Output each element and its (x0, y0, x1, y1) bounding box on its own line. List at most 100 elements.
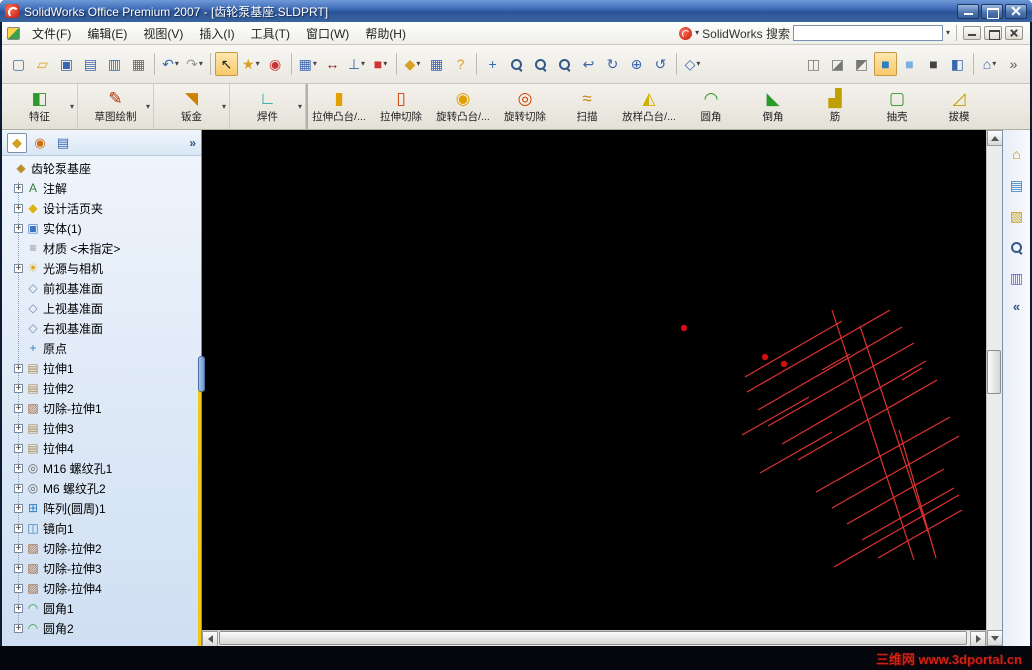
expand-icon[interactable] (14, 482, 23, 495)
tree-item-11[interactable]: ▨ 切除-拉伸1 (2, 398, 201, 418)
weldments-group-button[interactable]: ∟ 焊件 (230, 84, 306, 129)
sketch-line[interactable] (846, 468, 945, 525)
zoom-in-out-button[interactable] (553, 52, 576, 76)
help-button[interactable]: ? (449, 52, 472, 76)
new-document-button[interactable]: ▢ (7, 52, 30, 76)
close-button[interactable] (1005, 3, 1027, 19)
revolved-boss-button[interactable]: ◉ 旋转凸台/... (432, 84, 494, 129)
rib-button[interactable]: ▟ 筋 (804, 84, 866, 129)
tree-item-17[interactable]: ◫ 镜向1 (2, 518, 201, 538)
display-hidden-lines-visible-button[interactable]: ◪ (826, 52, 849, 76)
expand-icon[interactable] (14, 422, 23, 435)
sketch-line[interactable] (744, 320, 843, 378)
menu-item-4[interactable]: 工具(T) (243, 22, 298, 45)
undo-button[interactable]: ↶ (159, 52, 182, 76)
sketch-line[interactable] (831, 309, 915, 561)
save-button[interactable]: ▣ (55, 52, 78, 76)
sketch-line[interactable] (741, 396, 810, 436)
reference-geometry-button[interactable]: ◆ (401, 52, 424, 76)
3d-drawing-view-button[interactable]: ◇ (681, 52, 704, 76)
solidworks-app-icon[interactable] (5, 4, 19, 18)
tree-item-5[interactable]: ◇ 前视基准面 (2, 278, 201, 298)
expand-icon[interactable] (14, 382, 23, 395)
fillet-button[interactable]: ◠ 圆角 (680, 84, 742, 129)
sweep-button[interactable]: ≈ 扫描 (556, 84, 618, 129)
sketch-line[interactable] (781, 360, 927, 445)
print-button[interactable]: ▦ (127, 52, 150, 76)
expand-icon[interactable] (14, 562, 23, 575)
expand-icon[interactable] (14, 442, 23, 455)
revolved-cut-button[interactable]: ◎ 旋转切除 (494, 84, 556, 129)
menu-item-1[interactable]: 编辑(E) (79, 22, 135, 45)
sketch-line[interactable] (815, 416, 951, 493)
vertical-scroll-thumb[interactable] (987, 350, 1001, 394)
expand-icon[interactable] (14, 542, 23, 555)
sketch-button[interactable]: ▦ (296, 52, 320, 76)
solidworks-search-logo-icon[interactable] (679, 26, 693, 40)
sketch-point[interactable] (680, 324, 688, 332)
expand-icon[interactable] (14, 582, 23, 595)
tree-item-10[interactable]: ▤ 拉伸2 (2, 378, 201, 398)
scroll-right-button[interactable] (970, 631, 986, 647)
draft-button[interactable]: ◿ 拔模 (928, 84, 990, 129)
sketch-line[interactable] (859, 325, 929, 533)
make-assembly-from-part-button[interactable]: ▥ (103, 52, 126, 76)
tree-item-16[interactable]: ⊞ 阵列(圆周)1 (2, 498, 201, 518)
expand-icon[interactable] (14, 182, 23, 195)
pan-button[interactable]: ⊕ (625, 52, 648, 76)
document-minimize-button[interactable] (963, 26, 981, 40)
task-pane-collapse-chevron[interactable]: « (1013, 299, 1020, 314)
sketch-entities-button[interactable]: ■ (369, 52, 392, 76)
tree-item-6[interactable]: ◇ 上视基准面 (2, 298, 201, 318)
tree-item-20[interactable]: ▨ 切除-拉伸4 (2, 578, 201, 598)
extruded-cut-button[interactable]: ▯ 拉伸切除 (370, 84, 432, 129)
lofted-boss-button[interactable]: ◭ 放样凸台/... (618, 84, 680, 129)
tree-pane-overflow-chevron[interactable]: » (189, 136, 196, 150)
tree-item-7[interactable]: ◇ 右视基准面 (2, 318, 201, 338)
sketch-relations-button[interactable]: ⊥ (345, 52, 368, 76)
file-explorer-button[interactable]: ▧ (1007, 206, 1027, 226)
scroll-down-button[interactable] (987, 630, 1003, 646)
menu-item-5[interactable]: 窗口(W) (298, 22, 357, 45)
tree-item-4[interactable]: ☀ 光源与相机 (2, 258, 201, 278)
zoom-to-area-button[interactable] (529, 52, 552, 76)
tree-item-13[interactable]: ▤ 拉伸4 (2, 438, 201, 458)
view-orientation-button[interactable]: ⌂ (978, 52, 1001, 76)
display-hidden-lines-removed-button[interactable]: ◩ (850, 52, 873, 76)
menu-item-3[interactable]: 插入(I) (191, 22, 242, 45)
search-pane-button[interactable] (1007, 237, 1027, 257)
scroll-up-button[interactable] (987, 130, 1003, 146)
document-system-icon[interactable] (7, 26, 20, 40)
expand-icon[interactable] (14, 462, 23, 475)
scroll-left-button[interactable] (202, 631, 218, 647)
search-input[interactable] (792, 25, 943, 41)
select-button[interactable]: ↖ (215, 52, 238, 76)
tree-item-14[interactable]: ◎ M16 螺纹孔1 (2, 458, 201, 478)
expand-icon[interactable] (14, 362, 23, 375)
expand-icon[interactable] (14, 522, 23, 535)
expand-icon[interactable] (14, 602, 23, 615)
tree-item-21[interactable]: ◠ 圆角1 (2, 598, 201, 618)
make-drawing-from-part-button[interactable]: ▤ (79, 52, 102, 76)
features-group-button[interactable]: ◧ 特征 (2, 84, 78, 129)
sketch-line[interactable] (757, 326, 903, 411)
tree-item-8[interactable]: + 原点 (2, 338, 201, 358)
tree-item-3[interactable]: ≡ 材质 <未指定> (2, 238, 201, 258)
sketch-line[interactable] (759, 431, 833, 474)
sketch-line[interactable] (821, 353, 851, 371)
search-options-icon[interactable] (946, 29, 950, 37)
menu-item-2[interactable]: 视图(V) (135, 22, 191, 45)
extruded-boss-button[interactable]: ▮ 拉伸凸台/... (308, 84, 370, 129)
tree-item-2[interactable]: ▣ 实体(1) (2, 218, 201, 238)
sketch-point[interactable] (761, 353, 769, 361)
pane-splitter-handle[interactable] (198, 356, 205, 392)
chamfer-button[interactable]: ◣ 倒角 (742, 84, 804, 129)
shadows-in-shaded-mode-button[interactable]: ■ (922, 52, 945, 76)
sketch-canvas[interactable] (202, 130, 986, 630)
tree-item-22[interactable]: ◠ 圆角2 (2, 618, 201, 638)
tree-item-1[interactable]: ◆ 设计活页夹 (2, 198, 201, 218)
featuremanager-tab[interactable]: ◆ (7, 132, 27, 153)
refresh-view-button[interactable]: ↻ (601, 52, 624, 76)
redo-button[interactable]: ↷ (183, 52, 206, 76)
menu-item-0[interactable]: 文件(F) (24, 22, 79, 45)
